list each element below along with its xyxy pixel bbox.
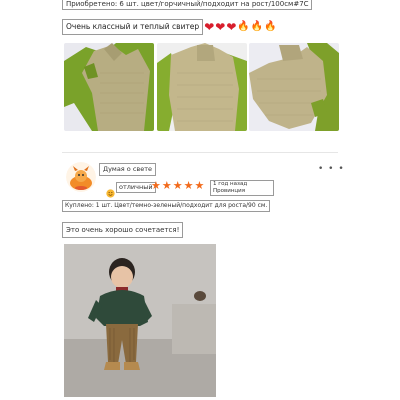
star-icon: ★ — [183, 179, 194, 192]
avatar[interactable] — [66, 162, 96, 192]
fire-icon: 🔥 — [264, 21, 277, 32]
heart-icon: ❤ — [226, 20, 237, 34]
star-icon: ★ — [161, 179, 172, 192]
purchase-details: Куплено: 1 шт. Цвет/темно-зеленый/подход… — [62, 200, 271, 212]
headline-text: Очень классный и теплый свитер — [62, 19, 204, 35]
review-photo-3[interactable] — [249, 43, 339, 131]
review-photo-2[interactable] — [157, 43, 247, 131]
rating-label: отличный — [116, 182, 156, 193]
more-options-icon[interactable]: • • • — [318, 164, 345, 174]
review-comment: Это очень хорошо сочетается! — [62, 222, 184, 238]
review-photo-child[interactable] — [64, 244, 216, 397]
review-page: Приобретено: 6 шт. цвет/горчичный/подход… — [0, 0, 400, 400]
star-icon: ★ — [172, 179, 183, 192]
smile-icon — [106, 183, 115, 198]
review-meta: 1 год назад Провинция Шаньдун — [210, 180, 274, 196]
username[interactable]: Думая о свете — [99, 163, 157, 176]
heart-icon: ❤ — [204, 20, 215, 34]
heart-icon: ❤ — [215, 20, 226, 34]
star-icon: ★ — [194, 179, 205, 192]
review-headline: Очень классный и теплый свитер ❤ ❤ ❤ 🔥 🔥… — [62, 18, 277, 36]
star-rating: ★ ★ ★ ★ ★ — [151, 180, 204, 192]
review-photo-1[interactable] — [64, 43, 154, 131]
section-divider — [62, 152, 338, 153]
star-icon: ★ — [151, 179, 161, 192]
purchased-info: Приобретено: 6 шт. цвет/горчичный/подход… — [62, 0, 312, 10]
fire-icon: 🔥 — [250, 21, 264, 32]
fire-icon: 🔥 — [237, 21, 250, 32]
